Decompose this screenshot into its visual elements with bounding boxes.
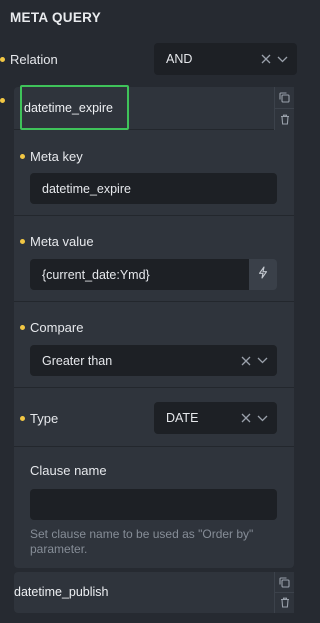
divider [14,215,294,216]
clause-name-input[interactable] [30,489,277,520]
compare-select[interactable]: Greater than [30,345,277,376]
trash-icon[interactable] [275,108,294,129]
relation-value: AND [166,52,193,66]
item-actions [274,87,294,130]
divider [14,446,294,447]
clone-icon[interactable] [275,87,294,108]
modified-indicator-dot [20,239,25,244]
modified-indicator-dot [20,416,25,421]
chevron-down-icon[interactable] [256,412,269,425]
modified-indicator-dot [0,57,5,62]
chevron-down-icon[interactable] [276,53,289,66]
modified-indicator-dot [20,325,25,330]
clause-name-label: Clause name [30,463,107,478]
clear-icon[interactable] [259,53,272,66]
type-select[interactable]: DATE [154,402,277,434]
chevron-down-icon[interactable] [256,354,269,367]
panel-title: META QUERY [10,10,102,25]
meta-value-input[interactable]: {current_date:Ymd} [30,259,250,290]
clear-icon[interactable] [239,412,252,425]
item-actions [274,572,294,613]
query-item-title[interactable]: datetime_expire [24,101,113,115]
modified-indicator-dot [20,154,25,159]
meta-key-label: Meta key [30,149,83,164]
lightning-icon [258,265,268,284]
type-value: DATE [166,411,199,425]
relation-select[interactable]: AND [154,43,297,75]
compare-label: Compare [30,320,84,335]
clause-name-help-text: Set clause name to be used as "Order by"… [30,527,254,556]
type-label: Type [30,411,59,426]
meta-value-label: Meta value [30,234,94,249]
trash-icon[interactable] [275,592,294,612]
clear-icon[interactable] [239,354,252,367]
relation-label: Relation [10,52,58,67]
meta-key-input[interactable]: datetime_expire [30,173,277,204]
query-item-title[interactable]: datetime_publish [14,585,109,599]
compare-value: Greater than [42,353,113,368]
clone-icon[interactable] [275,572,294,592]
divider [14,301,294,302]
modified-indicator-dot [0,98,5,103]
divider [14,387,294,388]
meta-query-panel: META QUERY Relation AND datetime_expire [0,0,308,623]
dynamic-data-button[interactable] [249,259,277,290]
